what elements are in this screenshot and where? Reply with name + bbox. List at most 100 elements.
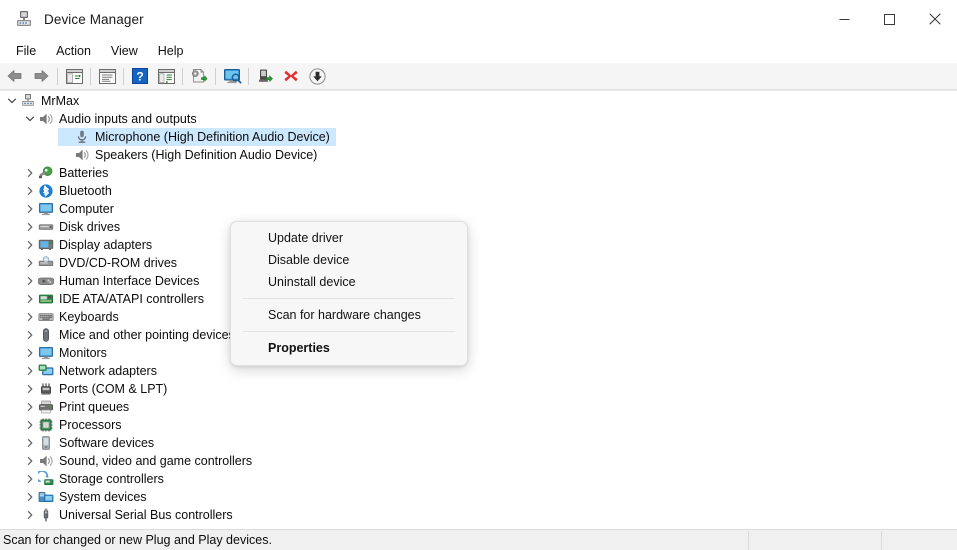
tree-item[interactable]: Universal Serial Bus controllers xyxy=(0,506,957,524)
chevron-down-icon[interactable] xyxy=(22,111,38,127)
tree-item[interactable]: Sound, video and game controllers xyxy=(0,452,957,470)
maximize-button[interactable] xyxy=(867,0,912,38)
action-pane-icon xyxy=(157,68,175,84)
ctx-properties[interactable]: Properties xyxy=(231,337,467,359)
menu-bar: File Action View Help xyxy=(0,38,957,63)
chevron-right-icon[interactable] xyxy=(22,291,38,307)
tree-item[interactable]: Display adapters xyxy=(0,236,957,254)
tree-item-label: DVD/CD-ROM drives xyxy=(59,256,178,270)
tree-item[interactable]: Print queues xyxy=(0,398,957,416)
chevron-right-icon[interactable] xyxy=(22,381,38,397)
chevron-right-icon[interactable] xyxy=(22,201,38,217)
show-hide-console-tree-button[interactable] xyxy=(61,64,87,88)
uninstall-device-button[interactable] xyxy=(278,64,304,88)
scan-hardware-changes-button[interactable] xyxy=(219,64,245,88)
help-button[interactable]: ? xyxy=(127,64,153,88)
tree-item[interactable]: MrMax xyxy=(0,92,957,110)
tree-item-content: DVD/CD-ROM drives xyxy=(22,254,183,272)
tree-item-label: Universal Serial Bus controllers xyxy=(59,508,233,522)
menu-help[interactable]: Help xyxy=(148,40,194,62)
properties-icon xyxy=(98,68,116,84)
tree-item[interactable]: Monitors xyxy=(0,344,957,362)
chevron-right-icon[interactable] xyxy=(22,435,38,451)
ctx-uninstall-device[interactable]: Uninstall device xyxy=(231,271,467,293)
tree-item[interactable]: Audio inputs and outputs xyxy=(0,110,957,128)
show-hide-action-pane-button[interactable] xyxy=(153,64,179,88)
tree-item[interactable]: Batteries xyxy=(0,164,957,182)
update-driver-icon xyxy=(192,69,208,83)
device-tree: MrMax Audio inputs and outputs Microphone … xyxy=(0,91,957,524)
minimize-button[interactable] xyxy=(822,0,867,38)
forward-button[interactable] xyxy=(28,64,54,88)
tree-item-content: Storage controllers xyxy=(22,470,170,488)
tree-item[interactable]: Microphone (High Definition Audio Device… xyxy=(0,128,957,146)
tree-item-label: Computer xyxy=(59,202,114,216)
back-button[interactable] xyxy=(2,64,28,88)
tree-item[interactable]: System devices xyxy=(0,488,957,506)
tree-item[interactable]: Ports (COM & LPT) xyxy=(0,380,957,398)
chevron-right-icon[interactable] xyxy=(22,363,38,379)
chevron-right-icon[interactable] xyxy=(22,183,38,199)
processor-icon xyxy=(39,418,53,432)
tree-item[interactable]: Bluetooth xyxy=(0,182,957,200)
tree-item[interactable]: IDE ATA/ATAPI controllers xyxy=(0,290,957,308)
chevron-right-icon[interactable] xyxy=(22,273,38,289)
tree-item[interactable]: Network adapters xyxy=(0,362,957,380)
tree-item[interactable]: Disk drives xyxy=(0,218,957,236)
chevron-right-icon[interactable] xyxy=(22,309,38,325)
properties-button[interactable] xyxy=(94,64,120,88)
ide-controller-icon xyxy=(38,294,53,304)
tree-item[interactable]: Storage controllers xyxy=(0,470,957,488)
tree-item[interactable]: Speakers (High Definition Audio Device) xyxy=(0,146,957,164)
tree-item-label: Bluetooth xyxy=(59,184,112,198)
menu-file[interactable]: File xyxy=(6,40,46,62)
tree-item[interactable]: Computer xyxy=(0,200,957,218)
status-message: Scan for changed or new Plug and Play de… xyxy=(0,530,749,550)
battery-icon xyxy=(39,166,53,179)
tree-item-label: Ports (COM & LPT) xyxy=(59,382,168,396)
status-panel-2 xyxy=(749,530,882,550)
menu-action[interactable]: Action xyxy=(46,40,101,62)
chevron-right-icon[interactable] xyxy=(22,399,38,415)
chevron-right-icon[interactable] xyxy=(22,489,38,505)
update-driver-button[interactable] xyxy=(186,64,212,88)
toolbar-separator-1 xyxy=(57,67,58,85)
network-adapter-icon xyxy=(38,364,54,376)
tree-item[interactable]: Processors xyxy=(0,416,957,434)
chevron-right-icon[interactable] xyxy=(22,471,38,487)
chevron-right-icon[interactable] xyxy=(22,453,38,469)
back-arrow-icon xyxy=(7,70,22,82)
chevron-right-icon[interactable] xyxy=(22,417,38,433)
ctx-disable-device[interactable]: Disable device xyxy=(231,249,467,271)
chevron-down-icon[interactable] xyxy=(4,93,20,109)
enable-device-button[interactable] xyxy=(252,64,278,88)
tree-item[interactable]: DVD/CD-ROM drives xyxy=(0,254,957,272)
device-tree-pane[interactable]: MrMax Audio inputs and outputs Microphone … xyxy=(0,90,957,529)
tree-item-content: MrMax xyxy=(4,92,85,110)
tree-item[interactable]: Human Interface Devices xyxy=(0,272,957,290)
tree-item-label: IDE ATA/ATAPI controllers xyxy=(59,292,204,306)
chevron-right-icon[interactable] xyxy=(22,219,38,235)
svg-text:?: ? xyxy=(136,69,143,83)
menu-view[interactable]: View xyxy=(101,40,148,62)
tree-item[interactable]: Keyboards xyxy=(0,308,957,326)
usb-icon xyxy=(43,508,49,522)
disable-device-button[interactable] xyxy=(304,64,330,88)
scan-monitor-icon xyxy=(223,69,242,84)
close-button[interactable] xyxy=(912,0,957,38)
chevron-right-icon[interactable] xyxy=(22,507,38,523)
chevron-right-icon[interactable] xyxy=(22,237,38,253)
toolbar-separator-2 xyxy=(90,67,91,85)
software-device-icon xyxy=(42,436,50,450)
tree-item[interactable]: Mice and other pointing devices xyxy=(0,326,957,344)
ctx-scan-hardware-changes[interactable]: Scan for hardware changes xyxy=(231,304,467,326)
chevron-right-icon[interactable] xyxy=(22,345,38,361)
chevron-right-icon[interactable] xyxy=(22,255,38,271)
chevron-right-icon[interactable] xyxy=(22,165,38,181)
chevron-right-icon[interactable] xyxy=(22,327,38,343)
ctx-update-driver[interactable]: Update driver xyxy=(231,227,467,249)
tree-item[interactable]: Software devices xyxy=(0,434,957,452)
device-manager-icon xyxy=(17,11,31,26)
speaker-icon xyxy=(40,455,53,467)
tree-item-label: Keyboards xyxy=(59,310,119,324)
